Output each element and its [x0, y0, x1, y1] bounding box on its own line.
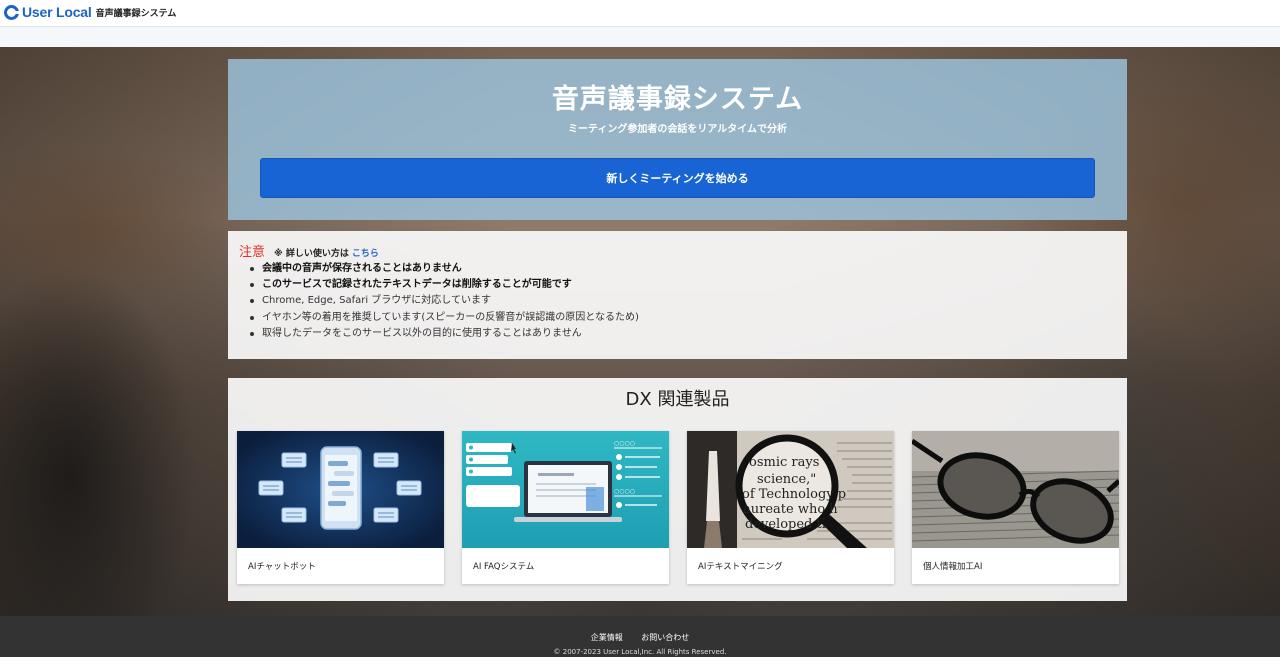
notice-card: 注意 ※ 詳しい使い方は こちら 会議中の音声が保存されることはありません この… — [228, 231, 1127, 359]
footer-link-contact[interactable]: お問い合わせ — [641, 633, 689, 642]
footer-link-company[interactable]: 企業情報 — [591, 633, 623, 642]
start-meeting-button[interactable]: 新しくミーティングを始める — [260, 158, 1095, 198]
page-bottom-strip — [0, 657, 1280, 670]
notice-label: 注意 — [239, 245, 266, 260]
logo-subtitle: 音声議事録システム — [95, 8, 177, 19]
page-title: 音声議事録システム — [551, 84, 804, 115]
userlocal-logo[interactable]: User Local 音声議事録システム — [4, 2, 176, 22]
logo-text: User Local — [22, 4, 92, 20]
product-name: AIテキストマイニング — [698, 562, 783, 572]
site-footer: 企業情報 お問い合わせ © 2007-2023 User Local,Inc. … — [0, 616, 1280, 657]
svg-text:○○○○: ○○○○ — [614, 488, 635, 495]
site-header: User Local 音声議事録システム — [0, 0, 1280, 27]
notice-header: 注意 ※ 詳しい使い方は こちら — [239, 241, 379, 260]
dx-section-title: DX 関連製品 — [625, 389, 730, 410]
faq-thumbnail: ○○○○ ○○○○ — [462, 431, 669, 548]
product-name: 個人情報加工AI — [923, 562, 983, 572]
product-card-chatbot[interactable]: AIチャットボット — [237, 431, 444, 584]
product-card-privacy[interactable]: 個人情報加工AI — [912, 431, 1119, 584]
notice-list: 会議中の音声が保存されることはありません このサービスで記録されたテキストデータ… — [250, 261, 639, 342]
page-subtitle: ミーティング参加者の会話をリアルタイムで分析 — [567, 124, 788, 135]
notice-item: このサービスで記録されたテキストデータは削除することが可能です — [250, 277, 639, 293]
product-name: AI FAQシステム — [473, 562, 535, 572]
usage-help-text: ※ 詳しい使い方は — [274, 249, 349, 259]
svg-text:○○○○: ○○○○ — [614, 440, 635, 447]
userlocal-logo-icon — [4, 4, 20, 20]
dx-products-section: DX 関連製品 AIチャットボット ○○○○ ○○○○ AI FAQシステム o… — [228, 378, 1127, 601]
product-card-text-mining[interactable]: osmic rays science," of Technology p aur… — [687, 431, 894, 584]
magnifier-text-line: science," — [757, 472, 816, 487]
magnifier-thumbnail: osmic rays science," of Technology p aur… — [687, 431, 894, 548]
hero-title-card: 音声議事録システム ミーティング参加者の会話をリアルタイムで分析 新しくミーティ… — [228, 59, 1127, 220]
notice-item: 会議中の音声が保存されることはありません — [250, 261, 639, 277]
magnifier-text-line: of Technology p — [742, 487, 846, 502]
product-card-faq[interactable]: ○○○○ ○○○○ AI FAQシステム — [462, 431, 669, 584]
magnifier-text-line: osmic rays — [749, 455, 819, 470]
glasses-thumbnail — [912, 431, 1119, 548]
product-name: AIチャットボット — [248, 562, 316, 572]
magnifier-text-line: aureate who h — [743, 502, 838, 517]
notice-item: イヤホン等の着用を推奨しています(スピーカーの反響音が誤認識の原因となるため) — [250, 310, 639, 326]
notice-item: 取得したデータをこのサービス以外の目的に使用することはありません — [250, 326, 639, 342]
notice-item: Chrome, Edge, Safari ブラウザに対応しています — [250, 293, 639, 309]
copyright: © 2007-2023 User Local,Inc. All Rights R… — [553, 648, 727, 656]
footer-links: 企業情報 お問い合わせ — [0, 632, 1280, 643]
chatbot-thumbnail — [237, 431, 444, 548]
usage-help-link[interactable]: こちら — [352, 246, 379, 259]
